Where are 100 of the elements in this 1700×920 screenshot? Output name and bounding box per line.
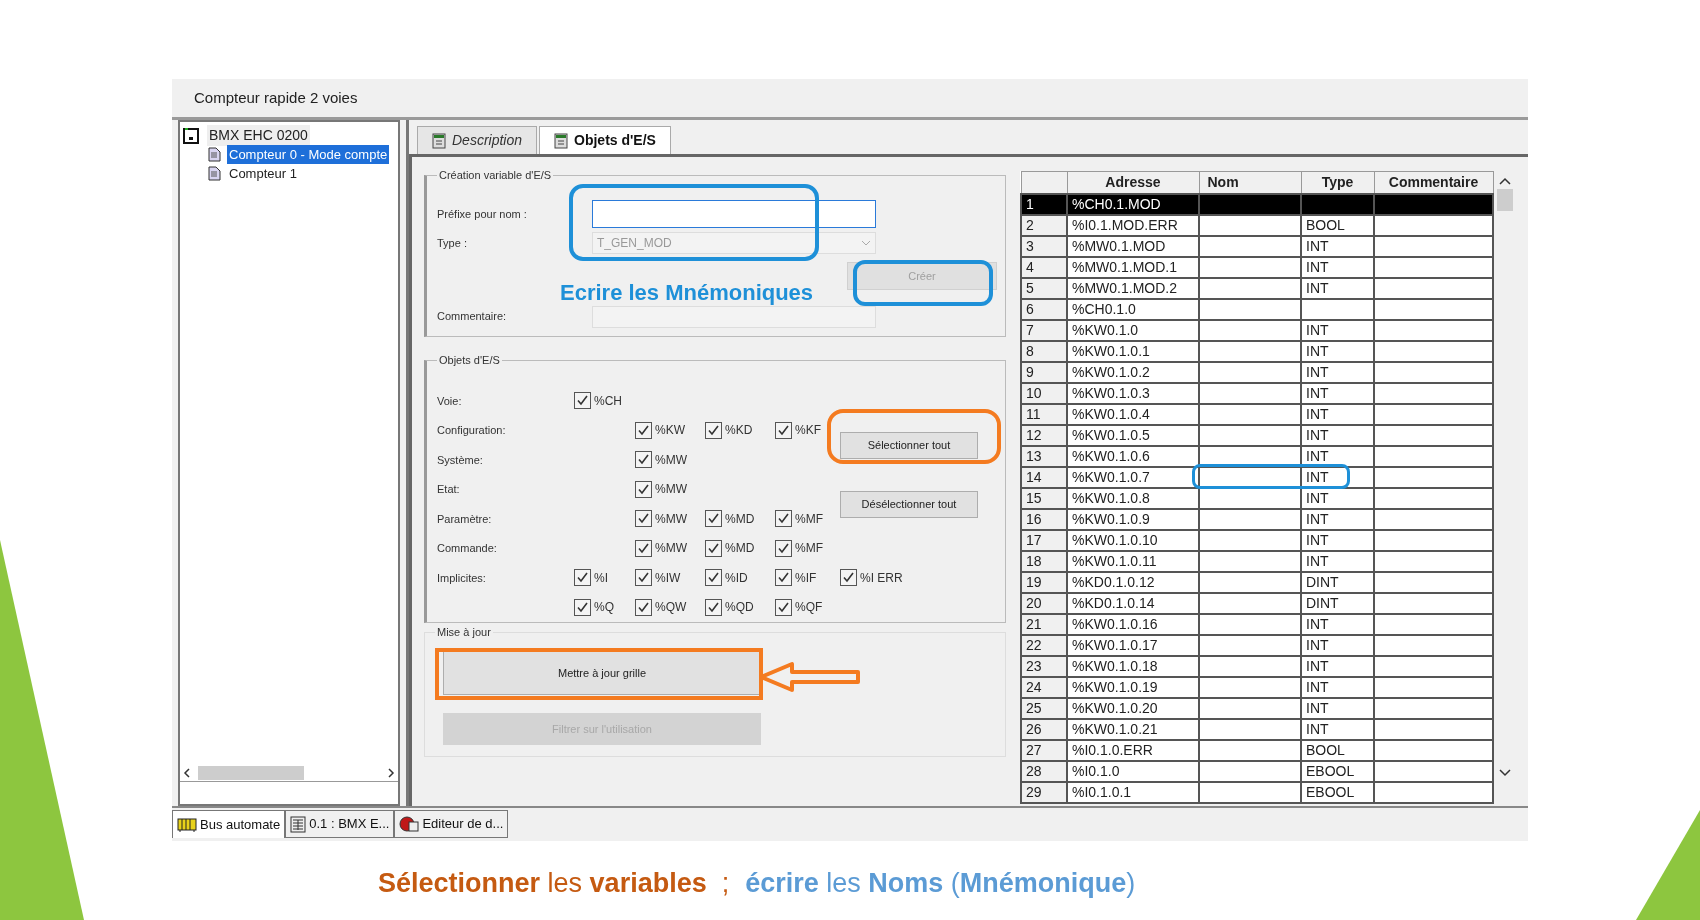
- table-row[interactable]: 22 %KW0.1.0.17 INT: [1021, 635, 1493, 656]
- checkbox-label: %IF: [795, 569, 817, 587]
- table-cell: DINT: [1301, 572, 1374, 593]
- tab[interactable]: Objets d'E/S: [539, 126, 671, 154]
- table-row[interactable]: 15 %KW0.1.0.8 INT: [1021, 488, 1493, 509]
- checkbox[interactable]: [574, 569, 591, 587]
- table-row[interactable]: 25 %KW0.1.0.20 INT: [1021, 698, 1493, 719]
- table-row[interactable]: 23 %KW0.1.0.18 INT: [1021, 656, 1493, 677]
- row-number: 8: [1021, 341, 1067, 362]
- scrollbar-thumb[interactable]: [198, 765, 304, 780]
- checkbox-label: %MF: [795, 540, 823, 558]
- scroll-up-icon[interactable]: [1499, 177, 1511, 185]
- table-cell: INT: [1301, 551, 1374, 572]
- comment-field[interactable]: [592, 306, 876, 328]
- table-row[interactable]: 13 %KW0.1.0.6 INT: [1021, 446, 1493, 467]
- column-header[interactable]: Adresse: [1067, 171, 1199, 194]
- table-cell: %KW0.1.0.3: [1067, 383, 1199, 404]
- table-row[interactable]: 11 %KW0.1.0.4 INT: [1021, 404, 1493, 425]
- table-row[interactable]: 27 %I0.1.0.ERR BOOL: [1021, 740, 1493, 761]
- table-row[interactable]: 8 %KW0.1.0.1 INT: [1021, 341, 1493, 362]
- checkbox[interactable]: [635, 451, 652, 469]
- checkbox[interactable]: [574, 392, 591, 410]
- taskbar-tab[interactable]: Editeur de d...: [394, 810, 509, 838]
- table-row[interactable]: 14 %KW0.1.0.7 INT: [1021, 467, 1493, 488]
- update-button[interactable]: Mettre à jour grille: [443, 651, 761, 695]
- table-row[interactable]: 7 %KW0.1.0 INT: [1021, 320, 1493, 341]
- taskbar-tab[interactable]: Bus automate: [172, 810, 286, 838]
- select-button[interactable]: Désélectionner tout: [840, 490, 978, 518]
- column-header[interactable]: Commentaire: [1374, 171, 1493, 194]
- table-row[interactable]: 16 %KW0.1.0.9 INT: [1021, 509, 1493, 530]
- table-row[interactable]: 6 %CH0.1.0: [1021, 299, 1493, 320]
- table-row[interactable]: 24 %KW0.1.0.19 INT: [1021, 677, 1493, 698]
- checkbox[interactable]: [775, 569, 792, 587]
- table-row[interactable]: 26 %KW0.1.0.21 INT: [1021, 719, 1493, 740]
- select-button[interactable]: Sélectionner tout: [840, 431, 978, 459]
- checkbox[interactable]: [635, 510, 652, 528]
- table-cell: INT: [1301, 257, 1374, 278]
- checkbox-label: %QW: [655, 599, 687, 617]
- checkbox[interactable]: [635, 539, 652, 557]
- table-row[interactable]: 12 %KW0.1.0.5 INT: [1021, 425, 1493, 446]
- input-field[interactable]: [592, 200, 876, 228]
- table-cell: INT: [1301, 719, 1374, 740]
- checkbox[interactable]: [775, 421, 792, 439]
- table-cell: %MW0.1.MOD: [1067, 236, 1199, 257]
- scrollbar-thumb[interactable]: [1497, 189, 1513, 211]
- column-header[interactable]: Type: [1301, 171, 1374, 194]
- table-cell: %KW0.1.0.10: [1067, 530, 1199, 551]
- table-row[interactable]: 4 %MW0.1.MOD.1 INT: [1021, 257, 1493, 278]
- table-cell: BOOL: [1301, 740, 1374, 761]
- row-label: Voie:: [437, 393, 463, 409]
- table-row[interactable]: 21 %KW0.1.0.16 INT: [1021, 614, 1493, 635]
- checkbox[interactable]: [635, 421, 652, 439]
- horizontal-scrollbar[interactable]: [180, 764, 398, 782]
- table-cell: INT: [1301, 362, 1374, 383]
- checkbox[interactable]: [775, 539, 792, 557]
- scroll-down-icon[interactable]: [1499, 769, 1511, 777]
- checkbox[interactable]: [775, 598, 792, 616]
- table-cell: INT: [1301, 677, 1374, 698]
- table-row[interactable]: 10 %KW0.1.0.3 INT: [1021, 383, 1493, 404]
- checkbox[interactable]: [705, 598, 722, 616]
- field-label: Préfixe pour nom :: [437, 206, 528, 222]
- table-cell: %KW0.1.0.16: [1067, 614, 1199, 635]
- table-cell: INT: [1301, 383, 1374, 404]
- row-number: 22: [1021, 635, 1067, 656]
- checkbox[interactable]: [635, 569, 652, 587]
- checkbox[interactable]: [705, 421, 722, 439]
- table-cell: %MW0.1.MOD.1: [1067, 257, 1199, 278]
- table-row[interactable]: 28 %I0.1.0 EBOOL: [1021, 761, 1493, 782]
- table-row[interactable]: 2 %I0.1.MOD.ERR BOOL: [1021, 215, 1493, 236]
- table-cell: INT: [1301, 698, 1374, 719]
- checkbox[interactable]: [775, 510, 792, 528]
- table-row[interactable]: 3 %MW0.1.MOD INT: [1021, 236, 1493, 257]
- checkbox[interactable]: [705, 569, 722, 587]
- tree-item[interactable]: BMX EHC 0200: [207, 124, 310, 146]
- checkbox[interactable]: [574, 598, 591, 616]
- checkbox[interactable]: [635, 480, 652, 498]
- table-row[interactable]: 19 %KD0.1.0.12 DINT: [1021, 572, 1493, 593]
- tree-item[interactable]: Compteur 1: [227, 163, 299, 184]
- checkbox[interactable]: [705, 510, 722, 528]
- checkbox[interactable]: [635, 598, 652, 616]
- tab[interactable]: Description: [417, 126, 538, 154]
- row-number: 16: [1021, 509, 1067, 530]
- taskbar-tab[interactable]: 0.1 : BMX E...: [285, 810, 395, 838]
- table-cell: %KW0.1.0.18: [1067, 656, 1199, 677]
- table-row[interactable]: 20 %KD0.1.0.14 DINT: [1021, 593, 1493, 614]
- table-row[interactable]: 29 %I0.1.0.1 EBOOL: [1021, 782, 1493, 803]
- row-number: 11: [1021, 404, 1067, 425]
- column-header[interactable]: Nom: [1199, 171, 1301, 194]
- table-row[interactable]: 5 %MW0.1.MOD.2 INT: [1021, 278, 1493, 299]
- tree-item[interactable]: Compteur 0 - Mode compte: [227, 144, 390, 165]
- checkbox[interactable]: [840, 569, 857, 587]
- table-row[interactable]: 9 %KW0.1.0.2 INT: [1021, 362, 1493, 383]
- table-row[interactable]: 17 %KW0.1.0.10 INT: [1021, 530, 1493, 551]
- table-cell: INT: [1301, 320, 1374, 341]
- table-cell: INT: [1301, 278, 1374, 299]
- table-cell: BOOL: [1301, 215, 1374, 236]
- table-row[interactable]: 1 %CH0.1.MOD: [1021, 194, 1493, 215]
- checkbox[interactable]: [705, 539, 722, 557]
- row-number: 13: [1021, 446, 1067, 467]
- table-row[interactable]: 18 %KW0.1.0.11 INT: [1021, 551, 1493, 572]
